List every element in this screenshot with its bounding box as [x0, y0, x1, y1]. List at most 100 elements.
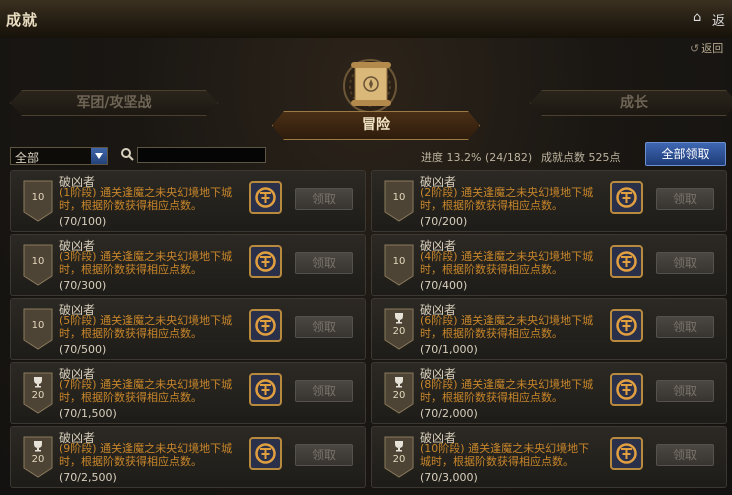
claim-button[interactable]: 领取: [295, 252, 353, 274]
category-filter-select[interactable]: 全部: [10, 147, 108, 165]
points-badge: 10: [384, 180, 414, 222]
points-value: 20: [392, 326, 406, 337]
trophy-icon: [34, 441, 42, 452]
achievement-progress: (70/1,500): [59, 407, 117, 420]
points-value: 10: [31, 192, 45, 203]
achievement-progress: (70/1,000): [420, 343, 478, 356]
achievement-emblem-icon: [610, 181, 643, 214]
achievement-card: 10 破凶者 (1阶段) 通关逢魔之未央幻境地下城时，根据阶数获得相应点数。 (70/…: [10, 170, 366, 232]
search-input[interactable]: [137, 147, 266, 163]
window-title: 成就: [6, 11, 39, 29]
achievement-desc: (8阶段) 通关逢魔之未央幻境地下城时，根据阶数获得相应点数。: [420, 378, 594, 404]
claim-button[interactable]: 领取: [656, 380, 714, 402]
tab-legion-siege[interactable]: 军团/攻坚战: [10, 90, 218, 116]
achievement-desc: (9阶段) 通关逢魔之未央幻境地下城时，根据阶数获得相应点数。: [59, 442, 233, 468]
trophy-icon: [395, 313, 403, 324]
achievement-progress: (70/3,000): [420, 471, 478, 484]
claim-button[interactable]: 领取: [295, 316, 353, 338]
trophy-icon: [395, 441, 403, 452]
top-back-label[interactable]: 返: [712, 10, 725, 29]
achievement-card: 10 破凶者 (4阶段) 通关逢魔之未央幻境地下城时，根据阶数获得相应点数。 (70/…: [371, 234, 727, 296]
achievement-emblem-icon: [610, 437, 643, 470]
points-badge: 20: [23, 436, 53, 478]
claim-button[interactable]: 领取: [295, 188, 353, 210]
achievement-emblem-icon: [610, 245, 643, 278]
achievement-desc: (3阶段) 通关逢魔之未央幻境地下城时，根据阶数获得相应点数。: [59, 250, 233, 276]
points-badge: 10: [23, 308, 53, 350]
title-bar: 成就 ⌂ 返: [0, 0, 732, 39]
points-value: 10: [31, 256, 45, 267]
points-value: 20: [392, 390, 406, 401]
achievement-desc: (5阶段) 通关逢魔之未央幻境地下城时，根据阶数获得相应点数。: [59, 314, 233, 340]
filter-value: 全部: [15, 151, 40, 165]
achievement-progress: (70/300): [59, 279, 107, 292]
achievement-progress: (70/100): [59, 215, 107, 228]
achievement-emblem-icon: [249, 373, 282, 406]
achievement-panel: ↺ 返回 军团/攻坚战 成长 冒险 全部 进度 13.2% (24/182) 成就…: [0, 38, 732, 495]
claim-button[interactable]: 领取: [656, 188, 714, 210]
trophy-icon: [395, 377, 403, 388]
progress-text: 进度 13.2% (24/182): [421, 149, 532, 165]
points-value: 20: [392, 454, 406, 465]
back-label: 返回: [701, 42, 724, 55]
tab-growth[interactable]: 成长: [530, 90, 732, 116]
progress-label: 进度: [421, 151, 443, 164]
achievement-progress: (70/2,000): [420, 407, 478, 420]
achievement-progress: (70/2,500): [59, 471, 117, 484]
achievement-desc: (1阶段) 通关逢魔之未央幻境地下城时，根据阶数获得相应点数。: [59, 186, 233, 212]
points-value: 10: [392, 256, 406, 267]
search-icon: [121, 148, 134, 161]
achievement-desc: (7阶段) 通关逢魔之未央幻境地下城时，根据阶数获得相应点数。: [59, 378, 233, 404]
tab-adventure[interactable]: 冒险: [272, 111, 480, 140]
points-value: 20: [31, 390, 45, 401]
back-button[interactable]: ↺ 返回: [690, 40, 723, 56]
achievement-card: 20 破凶者 (6阶段) 通关逢魔之未央幻境地下城时，根据阶数获得相应点数。 (70/…: [371, 298, 727, 360]
achievement-card: 20 破凶者 (7阶段) 通关逢魔之未央幻境地下城时，根据阶数获得相应点数。 (70/…: [10, 362, 366, 424]
achievement-emblem-icon: [610, 309, 643, 342]
claim-all-button[interactable]: 全部领取: [645, 142, 726, 166]
points-badge: 10: [23, 244, 53, 286]
trophy-icon: [34, 377, 42, 388]
return-arrow-icon: ↺: [690, 42, 700, 55]
claim-button[interactable]: 领取: [295, 380, 353, 402]
claim-button[interactable]: 领取: [295, 444, 353, 466]
achievement-progress: (70/200): [420, 215, 468, 228]
achievement-card: 20 破凶者 (9阶段) 通关逢魔之未央幻境地下城时，根据阶数获得相应点数。 (70/…: [10, 426, 366, 488]
points-label: 成就点数: [541, 151, 585, 164]
achievement-desc: (2阶段) 通关逢魔之未央幻境地下城时，根据阶数获得相应点数。: [420, 186, 594, 212]
scroll-emblem-icon: [343, 59, 397, 113]
achievement-card: 20 破凶者 (10阶段) 通关逢魔之未央幻境地下城时，根据阶数获得相应点数。 (70…: [371, 426, 727, 488]
achievement-progress: (70/400): [420, 279, 468, 292]
progress-value: 13.2% (24/182): [446, 151, 533, 164]
achievement-card: 10 破凶者 (5阶段) 通关逢魔之未央幻境地下城时，根据阶数获得相应点数。 (70/…: [10, 298, 366, 360]
points-badge: 20: [384, 308, 414, 350]
points-text: 成就点数 525点: [541, 149, 621, 165]
points-value: 525点: [588, 151, 621, 164]
achievement-grid: 10 破凶者 (1阶段) 通关逢魔之未央幻境地下城时，根据阶数获得相应点数。 (70/…: [10, 170, 730, 494]
points-badge: 10: [23, 180, 53, 222]
points-badge: 10: [384, 244, 414, 286]
achievement-desc: (6阶段) 通关逢魔之未央幻境地下城时，根据阶数获得相应点数。: [420, 314, 594, 340]
points-value: 10: [392, 192, 406, 203]
achievement-emblem-icon: [249, 181, 282, 214]
achievement-card: 10 破凶者 (2阶段) 通关逢魔之未央幻境地下城时，根据阶数获得相应点数。 (70/…: [371, 170, 727, 232]
points-badge: 20: [384, 372, 414, 414]
points-value: 20: [31, 454, 45, 465]
achievement-progress: (70/500): [59, 343, 107, 356]
claim-button[interactable]: 领取: [656, 444, 714, 466]
claim-button[interactable]: 领取: [656, 252, 714, 274]
points-badge: 20: [23, 372, 53, 414]
achievement-desc: (10阶段) 通关逢魔之未央幻境地下城时，根据阶数获得相应点数。: [420, 442, 590, 468]
points-value: 10: [31, 320, 45, 331]
achievement-emblem-icon: [610, 373, 643, 406]
achievement-card: 20 破凶者 (8阶段) 通关逢魔之未央幻境地下城时，根据阶数获得相应点数。 (70/…: [371, 362, 727, 424]
home-icon[interactable]: ⌂: [693, 10, 701, 25]
achievement-card: 10 破凶者 (3阶段) 通关逢魔之未央幻境地下城时，根据阶数获得相应点数。 (70/…: [10, 234, 366, 296]
achievement-emblem-icon: [249, 437, 282, 470]
achievement-emblem-icon: [249, 309, 282, 342]
claim-button[interactable]: 领取: [656, 316, 714, 338]
achievement-desc: (4阶段) 通关逢魔之未央幻境地下城时，根据阶数获得相应点数。: [420, 250, 594, 276]
achievement-emblem-icon: [249, 245, 282, 278]
chevron-down-icon[interactable]: [91, 148, 107, 164]
points-badge: 20: [384, 436, 414, 478]
